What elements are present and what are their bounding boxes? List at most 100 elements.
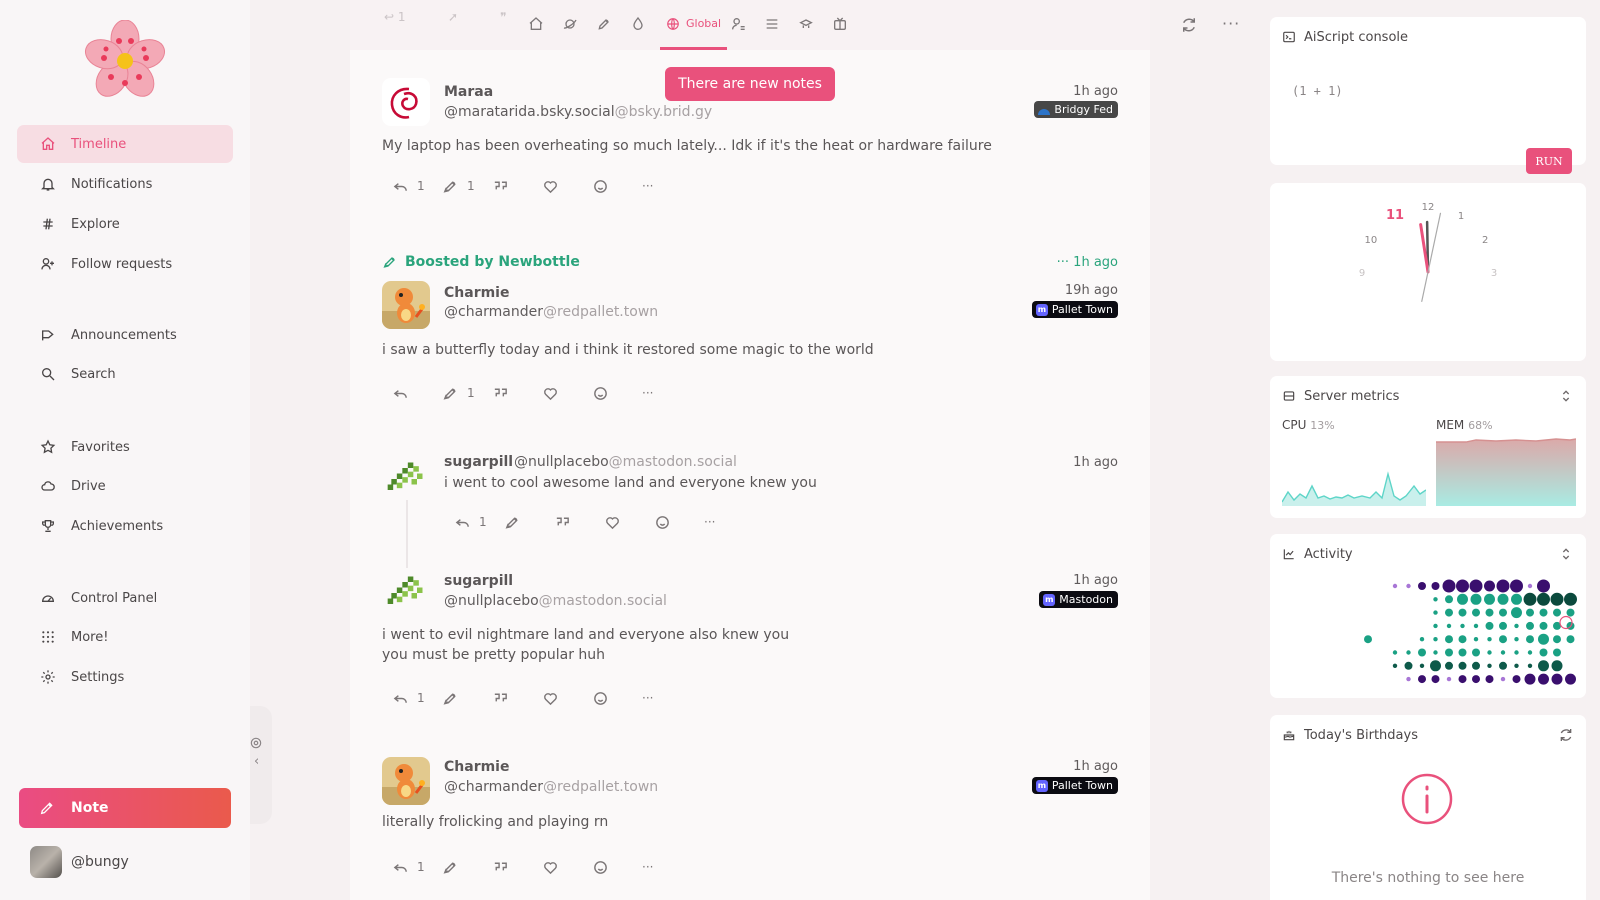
more-button[interactable]: ··· bbox=[642, 691, 692, 705]
more-button[interactable]: ··· bbox=[642, 179, 692, 193]
note-author-name[interactable]: Maraa bbox=[444, 84, 493, 100]
sidebar-item-more[interactable]: More! bbox=[17, 618, 233, 656]
selector-icon[interactable] bbox=[1558, 546, 1574, 562]
quote-button[interactable] bbox=[492, 385, 542, 402]
run-button[interactable]: RUN bbox=[1526, 148, 1572, 174]
sidebar-item-search[interactable]: Search bbox=[17, 355, 233, 393]
renote-button[interactable] bbox=[442, 859, 492, 876]
console-code-input[interactable]: (1 + 1) bbox=[1292, 84, 1343, 98]
note-author-handle[interactable]: @charmander@redpallet.town bbox=[444, 779, 658, 795]
antenna-icon[interactable] bbox=[798, 16, 816, 34]
tab-global[interactable]: Global bbox=[660, 0, 728, 50]
more-dots-icon[interactable]: ··· bbox=[1222, 14, 1240, 33]
boosted-by-name[interactable]: Newbottle bbox=[498, 254, 579, 270]
boost-time[interactable]: ··· 1h ago bbox=[1057, 255, 1118, 270]
planet-icon[interactable] bbox=[562, 16, 580, 34]
react-button[interactable] bbox=[654, 514, 704, 531]
channel-icon[interactable] bbox=[832, 16, 850, 34]
avatar[interactable] bbox=[384, 571, 432, 619]
like-button[interactable] bbox=[542, 385, 592, 402]
quote-button[interactable] bbox=[492, 690, 542, 707]
list-icon[interactable] bbox=[764, 16, 782, 34]
more-button[interactable]: ··· bbox=[704, 515, 754, 529]
note-time[interactable]: 1h ago bbox=[1073, 84, 1118, 99]
like-button[interactable] bbox=[542, 178, 592, 195]
react-button[interactable] bbox=[592, 385, 642, 402]
note-author-handle[interactable]: @maratarida.bsky.social@bsky.brid.gy bbox=[444, 104, 712, 120]
note-card[interactable]: Charmie @charmander@redpallet.town 19h a… bbox=[382, 281, 1118, 407]
like-button[interactable] bbox=[542, 690, 592, 707]
more-dots-icon: ··· bbox=[642, 179, 654, 193]
note-author-name[interactable]: Charmie bbox=[444, 759, 509, 775]
user-list-icon[interactable] bbox=[730, 16, 748, 34]
note-author-name[interactable]: sugarpill bbox=[444, 573, 513, 589]
sidebar-item-favorites[interactable]: Favorites bbox=[17, 428, 233, 466]
sidebar-item-drive[interactable]: Drive bbox=[17, 467, 233, 505]
gear-icon[interactable] bbox=[249, 736, 263, 750]
instance-badge[interactable]: m Mastodon bbox=[1039, 591, 1118, 608]
note-author-handle[interactable]: @nullplacebo@mastodon.social bbox=[444, 593, 667, 609]
like-button[interactable] bbox=[542, 859, 592, 876]
instance-badge[interactable]: m Pallet Town bbox=[1031, 777, 1118, 794]
quote-button[interactable] bbox=[554, 514, 604, 531]
react-button[interactable] bbox=[592, 690, 642, 707]
handle-user: @nullplacebo bbox=[444, 593, 539, 609]
refresh-icon[interactable] bbox=[1558, 727, 1574, 743]
reply-button[interactable]: 1 bbox=[392, 859, 442, 876]
avatar[interactable] bbox=[384, 457, 432, 505]
activity-cell bbox=[1458, 661, 1467, 670]
note-button[interactable]: Note bbox=[19, 788, 231, 828]
sidebar-item-achievements[interactable]: Achievements bbox=[17, 507, 233, 545]
selector-icon[interactable] bbox=[1558, 388, 1574, 404]
home-icon[interactable] bbox=[528, 16, 546, 34]
renote-button[interactable]: 1 bbox=[442, 385, 492, 402]
refresh-icon[interactable] bbox=[1180, 16, 1198, 34]
quote-button[interactable] bbox=[492, 178, 542, 195]
sidebar-item-timeline[interactable]: Timeline bbox=[17, 125, 233, 163]
reply-button[interactable] bbox=[392, 385, 442, 402]
instance-badge[interactable]: Bridgy Fed bbox=[1034, 101, 1118, 118]
rocket-icon[interactable] bbox=[596, 16, 614, 34]
more-button[interactable]: ··· bbox=[642, 860, 692, 874]
note-time[interactable]: 1h ago bbox=[1073, 455, 1118, 470]
sidebar-item-announcements[interactable]: Announcements bbox=[17, 316, 233, 354]
renote-button[interactable] bbox=[442, 690, 492, 707]
droplet-icon[interactable] bbox=[630, 16, 648, 34]
sidebar-item-settings[interactable]: Settings bbox=[17, 658, 233, 696]
note-card[interactable]: Maraa @maratarida.bsky.social@bsky.brid.… bbox=[382, 78, 1118, 208]
note-card[interactable]: sugarpill @nullplacebo@mastodon.social 1… bbox=[382, 453, 1118, 533]
note-author-handle[interactable]: @nullplacebo@mastodon.social bbox=[514, 454, 737, 470]
react-button[interactable] bbox=[592, 178, 642, 195]
like-button[interactable] bbox=[604, 514, 654, 531]
sidebar-item-notifications[interactable]: Notifications bbox=[17, 165, 233, 203]
sidebar-item-follow-requests[interactable]: Follow requests bbox=[17, 245, 233, 283]
note-time[interactable]: 1h ago bbox=[1073, 759, 1118, 774]
avatar[interactable] bbox=[382, 281, 430, 329]
sidebar-collapse-button[interactable]: ‹ bbox=[250, 706, 272, 824]
cpu-value: 13% bbox=[1310, 419, 1335, 432]
quote-button[interactable] bbox=[492, 859, 542, 876]
renote-button[interactable]: 1 bbox=[442, 178, 492, 195]
note-time[interactable]: 19h ago bbox=[1065, 283, 1118, 298]
note-author-name[interactable]: Charmie bbox=[444, 285, 509, 301]
activity-cell bbox=[1538, 673, 1549, 685]
note-author-handle[interactable]: @charmander@redpallet.town bbox=[444, 304, 658, 320]
avatar[interactable] bbox=[382, 78, 430, 126]
reply-button[interactable]: 1 bbox=[454, 514, 504, 531]
reply-button[interactable]: 1 bbox=[392, 690, 442, 707]
note-card[interactable]: Charmie @charmander@redpallet.town 1h ag… bbox=[382, 757, 1118, 887]
react-button[interactable] bbox=[592, 859, 642, 876]
account-button[interactable]: @bungy bbox=[30, 846, 129, 878]
instance-logo[interactable] bbox=[84, 20, 166, 102]
note-author-name[interactable]: sugarpill bbox=[444, 454, 513, 470]
sidebar-item-explore[interactable]: Explore bbox=[17, 205, 233, 243]
renote-button[interactable] bbox=[504, 514, 554, 531]
activity-cell bbox=[1499, 661, 1507, 670]
more-button[interactable]: ··· bbox=[642, 386, 692, 400]
note-time[interactable]: 1h ago bbox=[1073, 573, 1118, 588]
instance-badge[interactable]: m Pallet Town bbox=[1031, 301, 1118, 318]
avatar[interactable] bbox=[382, 757, 430, 805]
note-card[interactable]: sugarpill @nullplacebo@mastodon.social 1… bbox=[382, 571, 1118, 711]
reply-button[interactable]: 1 bbox=[392, 178, 442, 195]
sidebar-item-control-panel[interactable]: Control Panel bbox=[17, 579, 233, 617]
